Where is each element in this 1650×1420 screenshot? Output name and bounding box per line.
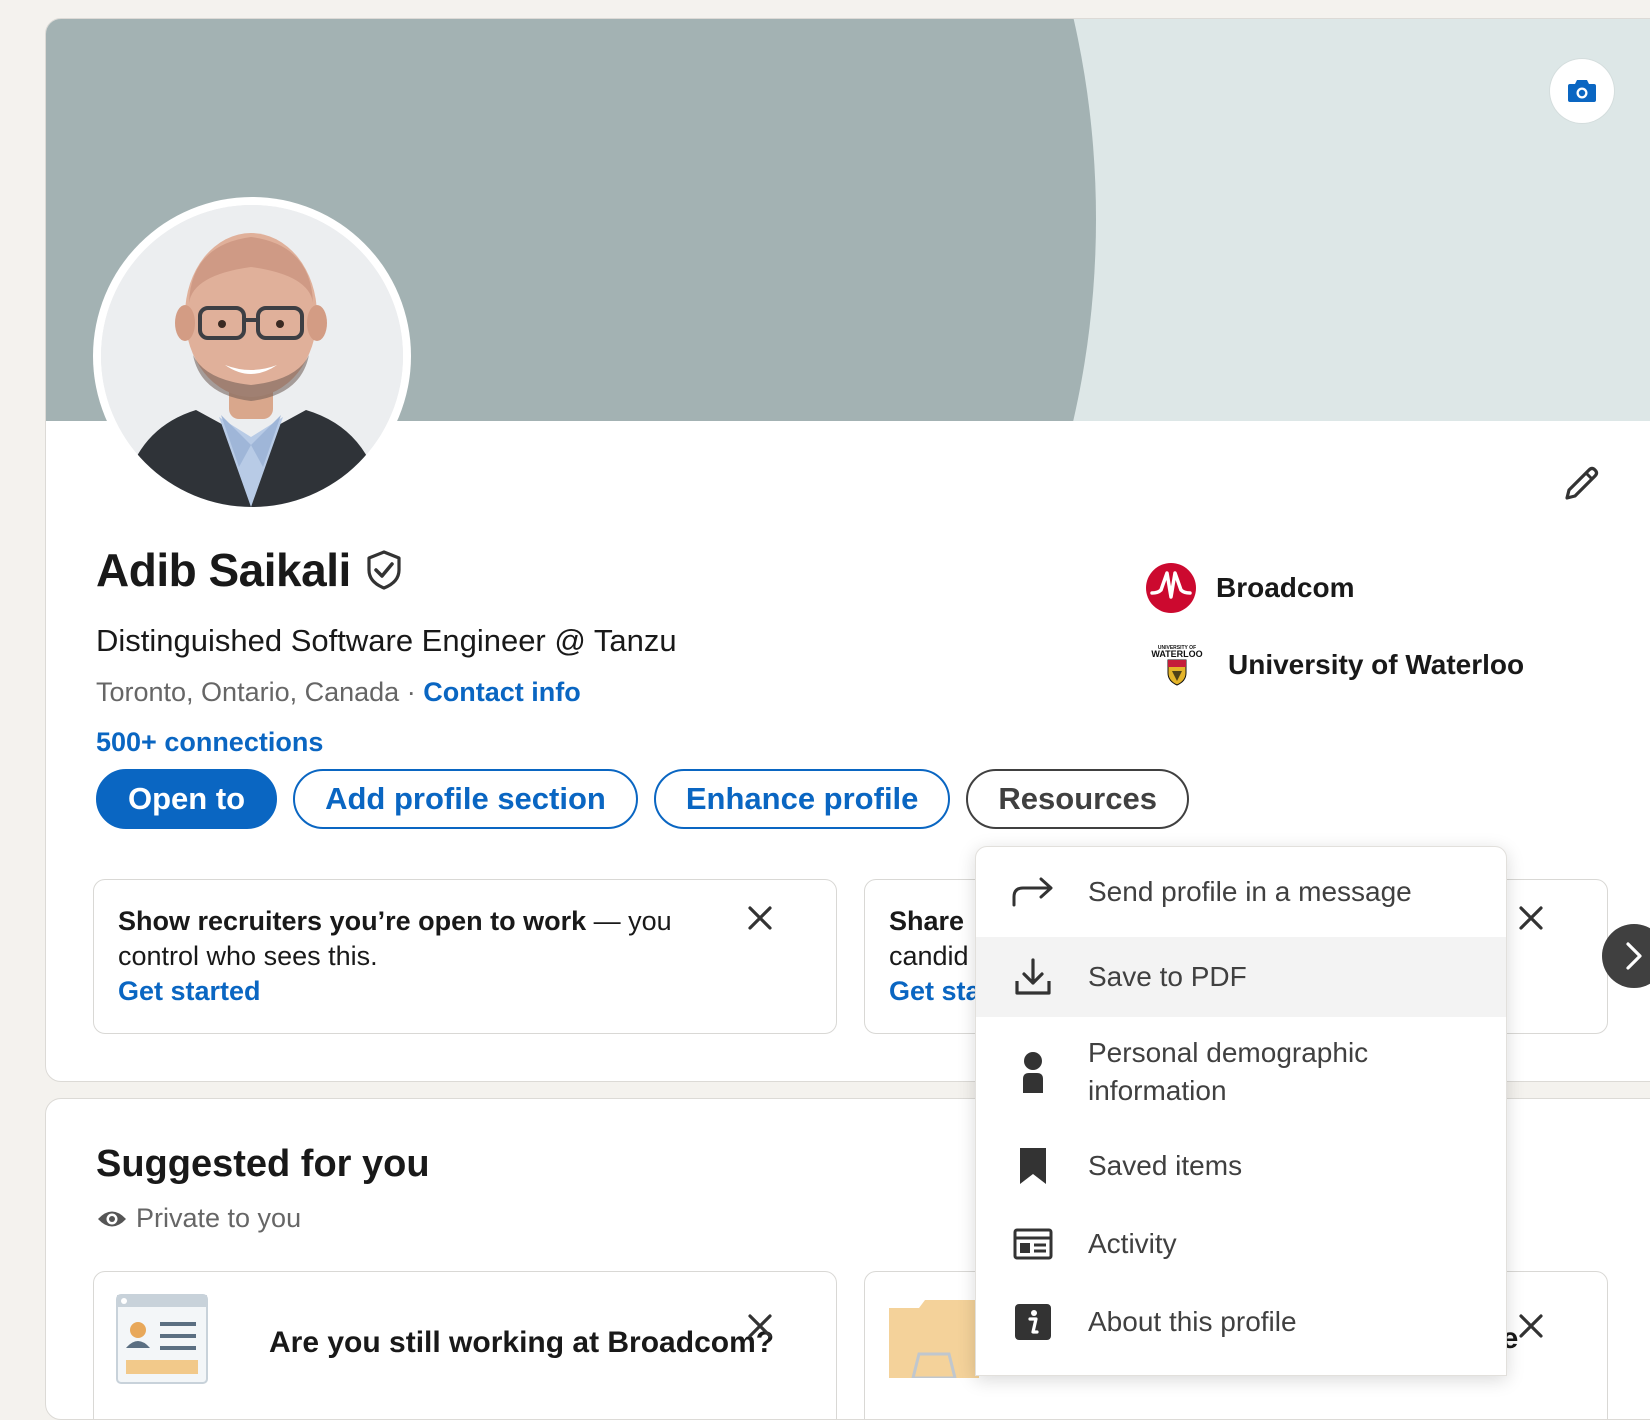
person-icon: [1023, 1052, 1043, 1093]
close-icon: [1519, 906, 1543, 930]
menu-item-label: Saved items: [1088, 1150, 1243, 1181]
name-row: Adib Saikali: [96, 543, 403, 597]
share-title: Share: [889, 906, 965, 936]
profile-photo-image: [101, 205, 403, 507]
profile-headline: Distinguished Software Engineer @ Tanzu: [96, 623, 677, 658]
svg-text:WATERLOO: WATERLOO: [1151, 649, 1202, 659]
menu-item-send-profile[interactable]: Send profile in a message: [976, 847, 1506, 937]
folder-illustration-icon: [889, 1300, 979, 1378]
chevron-right-icon: [1626, 942, 1642, 970]
waterloo-logo: UNIVERSITY OF WATERLOO: [1146, 643, 1208, 687]
privacy-label: Private to you: [136, 1203, 302, 1233]
open-to-button[interactable]: Open to: [96, 769, 278, 829]
download-icon: [1015, 958, 1051, 995]
org-broadcom-name: Broadcom: [1216, 572, 1355, 603]
pencil-icon: [1565, 466, 1599, 500]
dismiss-button[interactable]: [742, 900, 778, 936]
org-broadcom[interactable]: Broadcom: [1146, 563, 1354, 613]
eye-icon: [98, 1211, 126, 1226]
dismiss-button[interactable]: [1513, 900, 1549, 936]
contact-info-link[interactable]: Contact info: [423, 677, 580, 707]
menu-item-about-profile[interactable]: About this profile: [976, 1283, 1506, 1361]
close-icon: [748, 1314, 772, 1338]
menu-item-label: Personal demographic information: [1088, 1037, 1369, 1106]
suggestion-card: Are you still working at Broadcom?: [93, 1271, 837, 1419]
resources-menu: Send profile in a message Save to PDF Pe…: [975, 846, 1507, 1376]
camera-icon: [1568, 80, 1596, 102]
activity-feed-icon: [1013, 1228, 1053, 1260]
profile-photo[interactable]: [93, 197, 411, 515]
privacy-row: Private to you: [96, 1203, 301, 1234]
profile-name: Adib Saikali: [96, 544, 351, 596]
menu-item-activity[interactable]: Activity: [976, 1205, 1506, 1283]
location-separator: ·: [406, 677, 416, 707]
org-waterloo[interactable]: UNIVERSITY OF WATERLOO University of Wat…: [1146, 643, 1524, 687]
edit-cover-button[interactable]: [1550, 59, 1614, 123]
connections-link[interactable]: 500+ connections: [96, 727, 323, 758]
broadcom-logo: [1146, 563, 1196, 613]
dismiss-button[interactable]: [1513, 1308, 1549, 1344]
menu-item-saved-items[interactable]: Saved items: [976, 1127, 1506, 1205]
profile-card-illustration-icon: [116, 1294, 208, 1384]
resources-button[interactable]: Resources: [966, 769, 1189, 829]
close-icon: [748, 906, 772, 930]
menu-item-demographic[interactable]: Personal demographic information: [976, 1017, 1506, 1127]
menu-item-label: Save to PDF: [1088, 961, 1247, 992]
profile-actions: Open to Add profile section Enhance prof…: [96, 769, 1189, 829]
enhance-profile-button[interactable]: Enhance profile: [653, 769, 951, 829]
close-icon: [1519, 1314, 1543, 1338]
suggested-title: Suggested for you: [96, 1143, 430, 1185]
location-row: Toronto, Ontario, Canada · Contact info: [96, 677, 581, 708]
bookmark-icon: [1020, 1148, 1046, 1184]
get-started-link[interactable]: Get started: [118, 974, 736, 1009]
org-waterloo-name: University of Waterloo: [1228, 649, 1525, 680]
carousel-next-button[interactable]: [1602, 924, 1650, 988]
add-profile-section-button[interactable]: Add profile section: [293, 769, 638, 829]
info-icon: [1015, 1304, 1051, 1340]
share-arrow-icon: [1012, 877, 1053, 907]
edit-intro-button[interactable]: [1556, 459, 1606, 509]
still-working-question: Are you still working at Broadcom?: [269, 1326, 775, 1359]
menu-item-label: Activity: [1088, 1228, 1177, 1259]
menu-item-save-pdf[interactable]: Save to PDF: [976, 937, 1506, 1017]
menu-item-label: Send profile in a message: [1088, 876, 1412, 907]
menu-item-label: About this profile: [1088, 1306, 1297, 1337]
profile-location: Toronto, Ontario, Canada: [96, 677, 400, 707]
open-to-work-title: Show recruiters you’re open to work: [118, 906, 587, 936]
open-to-work-card: Show recruiters you’re open to work — yo…: [93, 879, 837, 1034]
verified-shield-icon[interactable]: [365, 550, 403, 590]
dismiss-button[interactable]: [742, 1308, 778, 1344]
